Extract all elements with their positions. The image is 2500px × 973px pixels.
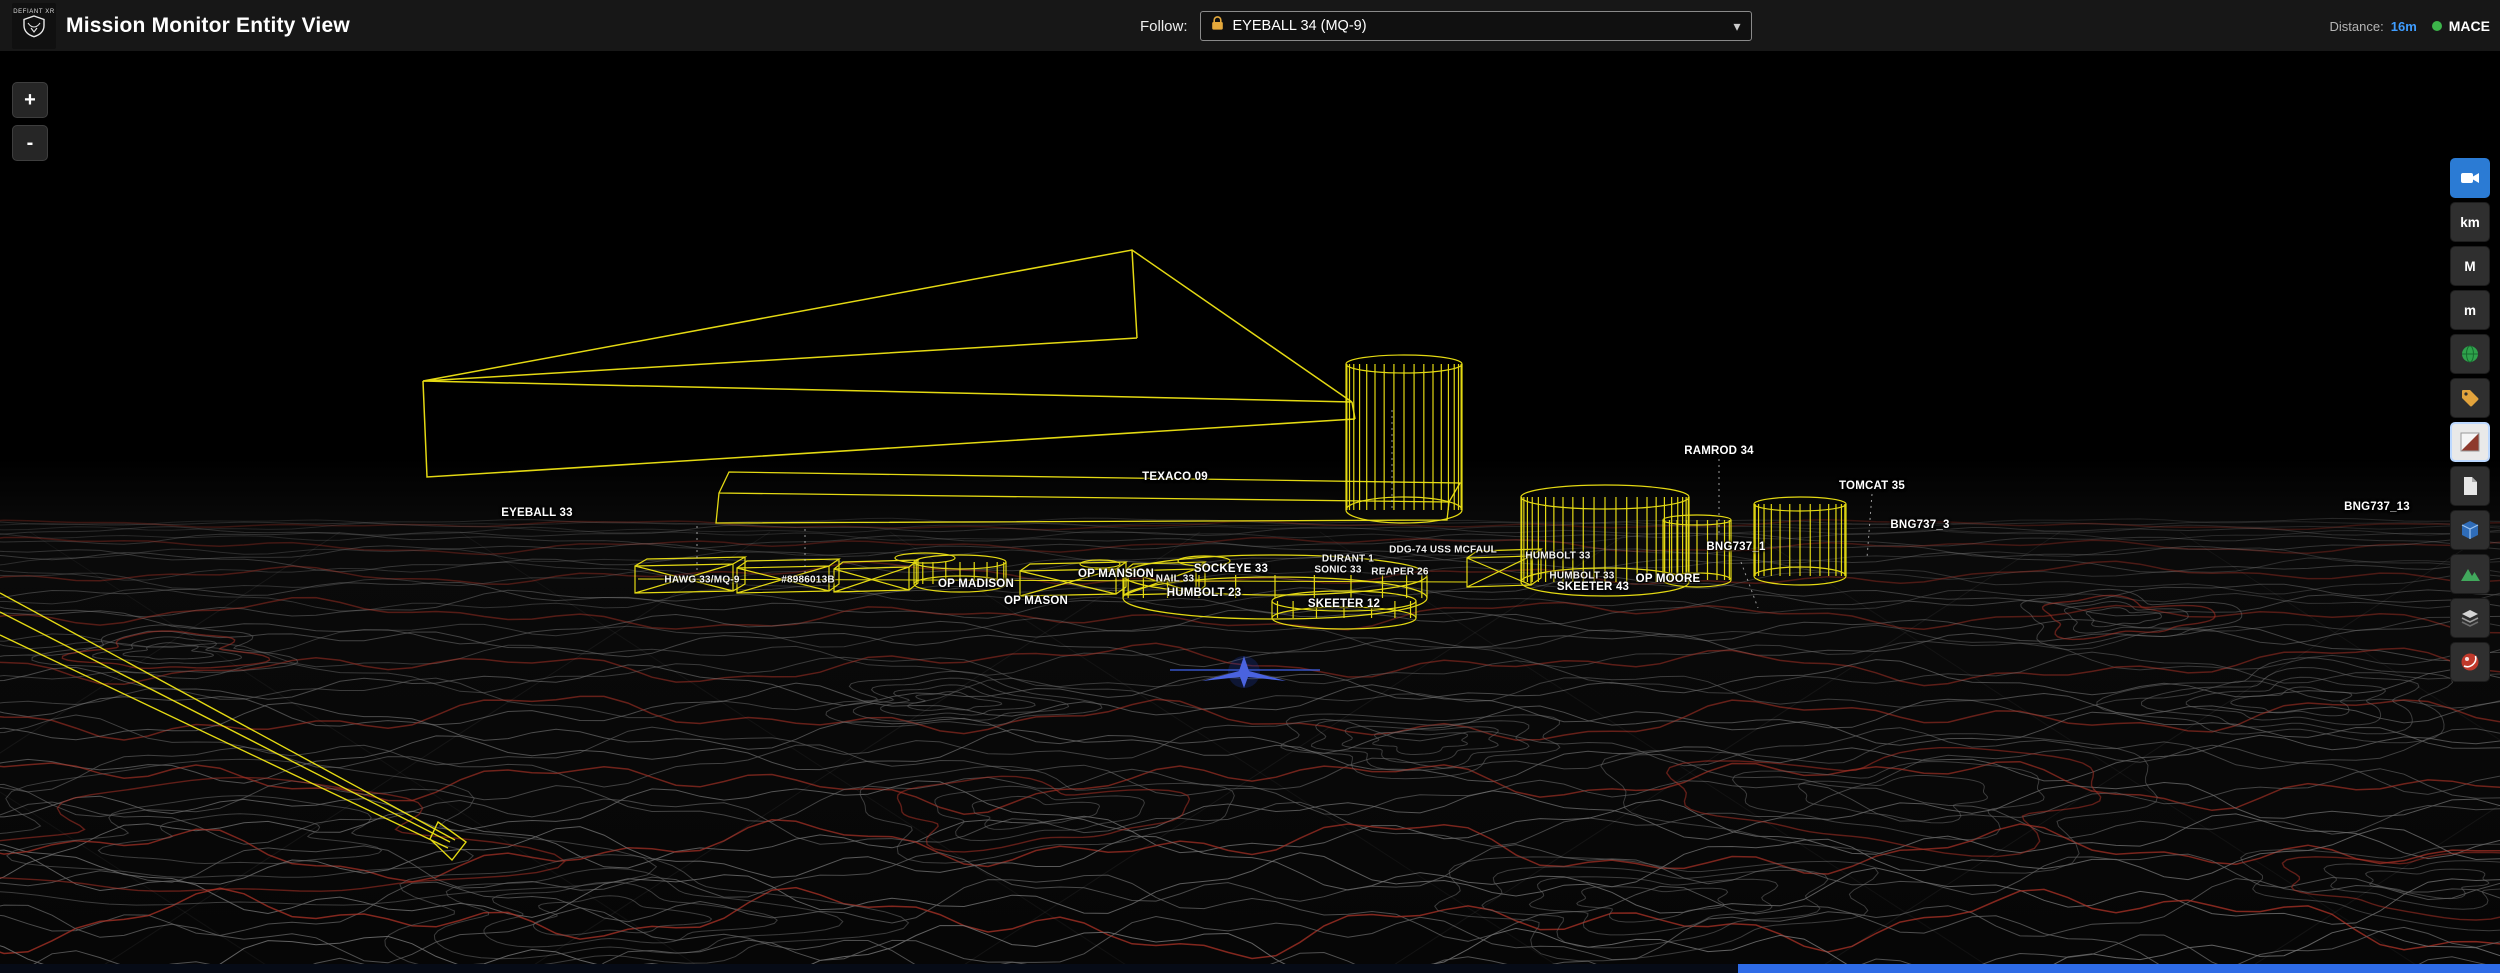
- status-text: MACE: [2448, 18, 2490, 34]
- scene-3d: [0, 249, 2500, 973]
- entity-label[interactable]: BNG737_1: [1706, 541, 1765, 553]
- entities-3d-button[interactable]: [2450, 510, 2490, 550]
- entity-label[interactable]: DURANT 1: [1322, 554, 1374, 565]
- entity-label[interactable]: HUMBOLT 33: [1525, 551, 1590, 562]
- ion-button[interactable]: [2450, 642, 2490, 682]
- entity-label[interactable]: EYEBALL 33: [501, 507, 572, 519]
- entity-label[interactable]: BNG737_3: [1890, 519, 1949, 531]
- document-button[interactable]: [2450, 466, 2490, 506]
- terrain-button[interactable]: [2450, 554, 2490, 594]
- distance-value: 16m: [2390, 18, 2417, 34]
- distance-label: Distance:: [2329, 18, 2384, 34]
- entity-label[interactable]: BNG737_13: [2344, 501, 2410, 513]
- brand: DEFIANT XR Mission Monitor Entity View: [12, 2, 350, 49]
- entity-label[interactable]: OP MOORE: [1636, 573, 1701, 585]
- entity-label[interactable]: HUMBOLT 23: [1167, 587, 1242, 599]
- entity-label[interactable]: DDG-74 USS MCFAUL: [1389, 545, 1497, 556]
- top-bar: DEFIANT XR Mission Monitor Entity View F…: [0, 0, 2500, 52]
- terrain-contours: [0, 517, 2500, 973]
- unit-m-button[interactable]: m: [2450, 290, 2490, 330]
- entity-label[interactable]: OP MADISON: [938, 578, 1014, 590]
- follow-select-value: EYEBALL 34 (MQ-9): [1232, 18, 1367, 34]
- ownship-aircraft-icon[interactable]: [1170, 656, 1320, 688]
- entity-label[interactable]: #8986013B: [781, 575, 835, 586]
- entity-label[interactable]: HAWG 33/MQ-9: [664, 575, 739, 586]
- entity-label[interactable]: REAPER 26: [1371, 567, 1428, 578]
- layers-button[interactable]: [2450, 598, 2490, 638]
- follow-group: Follow: EYEBALL 34 (MQ-9) ▾: [1140, 0, 1752, 52]
- entity-label[interactable]: OP MASON: [1004, 595, 1068, 607]
- unit-km-button[interactable]: km: [2450, 202, 2490, 242]
- entity-label[interactable]: SONIC 33: [1314, 565, 1361, 576]
- zoom-in-button[interactable]: +: [12, 82, 48, 118]
- entity-label[interactable]: SKEETER 12: [1308, 598, 1380, 610]
- globe-button[interactable]: [2450, 334, 2490, 374]
- shield-icon: [22, 14, 46, 43]
- zoom-out-button[interactable]: -: [12, 125, 48, 161]
- entity-label[interactable]: SKEETER 43: [1557, 581, 1629, 593]
- app-root: DEFIANT XR Mission Monitor Entity View F…: [0, 0, 2500, 973]
- entity-label[interactable]: RAMROD 34: [1684, 445, 1754, 457]
- app-logo: DEFIANT XR: [12, 2, 56, 49]
- entity-label[interactable]: SOCKEYE 33: [1194, 563, 1268, 575]
- entity-label[interactable]: TOMCAT 35: [1839, 480, 1905, 492]
- imagery-split-button[interactable]: [2450, 422, 2490, 462]
- follow-label: Follow:: [1140, 17, 1188, 35]
- chevron-down-icon: ▾: [1733, 18, 1741, 34]
- unit-M-button[interactable]: M: [2450, 246, 2490, 286]
- right-toolbar: km Mm: [2450, 158, 2490, 682]
- status-group: Distance: 16m MACE: [2330, 0, 2490, 52]
- entity-label[interactable]: OP MANSION: [1078, 568, 1154, 580]
- follow-camera-button[interactable]: [2450, 158, 2490, 198]
- labels-tag-button[interactable]: [2450, 378, 2490, 418]
- page-title: Mission Monitor Entity View: [66, 13, 350, 37]
- entity-label[interactable]: NAIL 33: [1156, 574, 1194, 585]
- timeline-progress: [1737, 964, 2500, 973]
- entity-label[interactable]: TEXACO 09: [1142, 471, 1208, 483]
- zoom-controls: + -: [12, 82, 48, 161]
- entity-label[interactable]: HUMBOLT 33: [1549, 571, 1614, 582]
- lock-icon: [1211, 16, 1224, 36]
- follow-select[interactable]: EYEBALL 34 (MQ-9) ▾: [1199, 11, 1752, 41]
- map-viewport[interactable]: EYEBALL 33 TEXACO 09 RAMROD 34 TOMCAT 35 BNG…: [0, 52, 2500, 973]
- status-dot: [2431, 21, 2442, 31]
- timeline-bar[interactable]: [0, 964, 2500, 973]
